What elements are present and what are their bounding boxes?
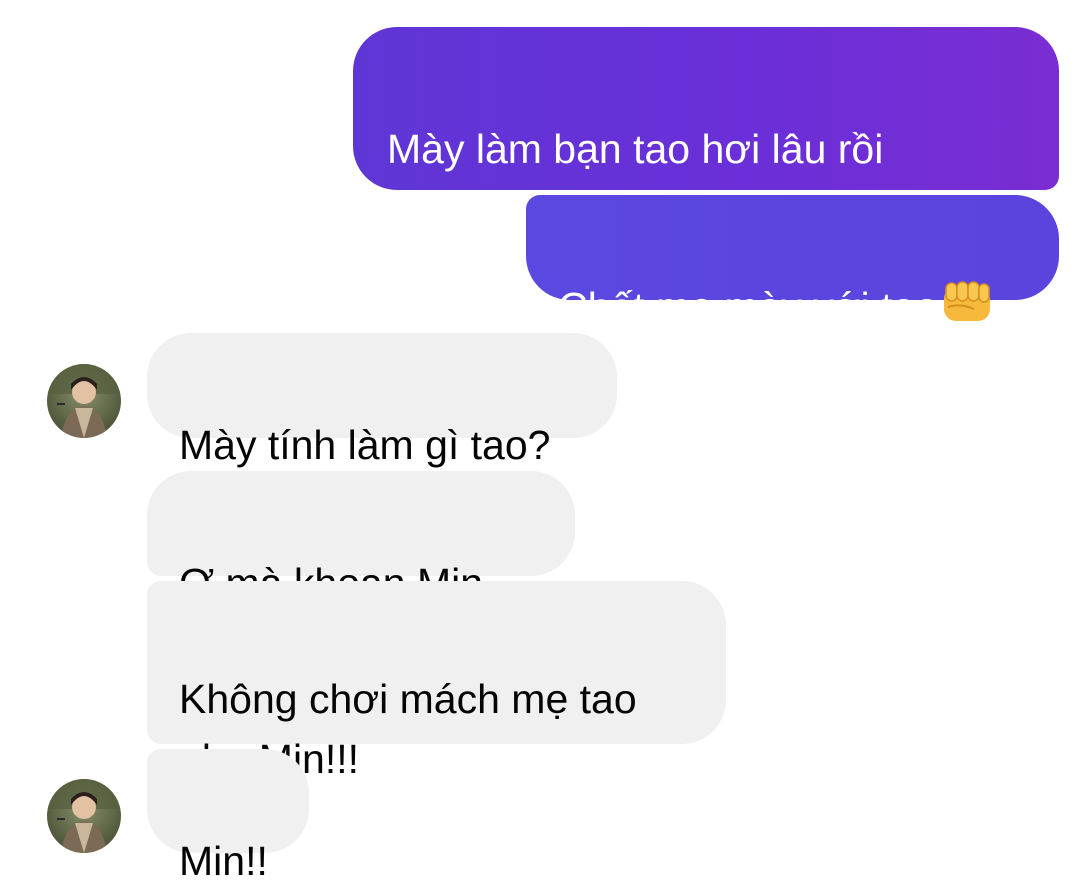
outgoing-message-text: Chết mẹ mày với tao bbox=[558, 284, 939, 330]
incoming-message-3[interactable]: Không chơi mách mẹ tao nha Min!!! bbox=[147, 581, 726, 782]
contact-avatar[interactable] bbox=[47, 364, 121, 438]
incoming-message-2[interactable]: Ơ mà khoan Min... bbox=[147, 471, 575, 606]
incoming-message-4[interactable]: Min!! bbox=[147, 749, 309, 884]
fist-emoji-icon bbox=[940, 279, 994, 341]
incoming-message-text: Min!! bbox=[179, 838, 268, 884]
contact-avatar[interactable] bbox=[47, 779, 121, 853]
incoming-message-text: Mày tính làm gì tao? bbox=[179, 422, 551, 468]
outgoing-message-1[interactable]: Mày làm bạn tao hơi lâu rồi đấy Taehyung bbox=[353, 27, 1059, 232]
outgoing-message-2[interactable]: Chết mẹ mày với tao bbox=[526, 195, 1059, 330]
incoming-message-1[interactable]: Mày tính làm gì tao? bbox=[147, 333, 617, 468]
